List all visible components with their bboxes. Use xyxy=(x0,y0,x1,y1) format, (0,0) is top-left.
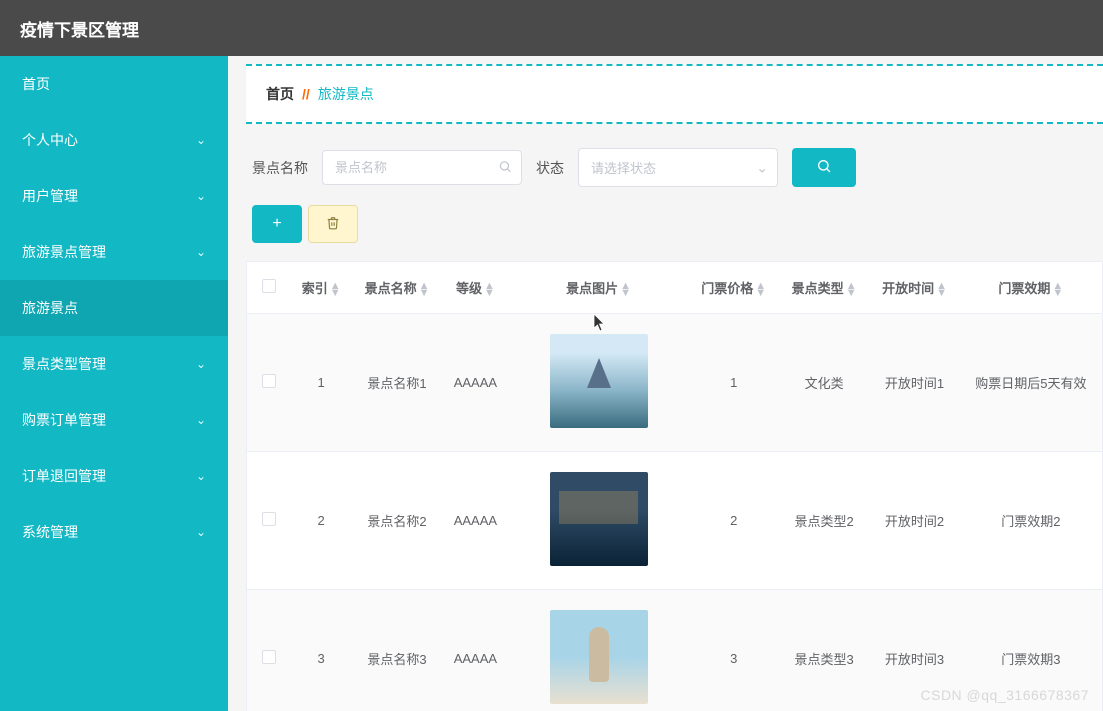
cell-type: 文化类 xyxy=(779,314,869,452)
sidebar-item-refund[interactable]: 订单退回管理 ⌄ xyxy=(0,448,228,504)
chevron-down-icon: ⌄ xyxy=(196,469,206,483)
delete-button[interactable] xyxy=(308,205,358,243)
sort-icon: ▲▼ xyxy=(936,283,947,297)
breadcrumb-separator: // xyxy=(302,86,310,102)
cell-index: 1 xyxy=(291,314,352,452)
cell-name: 景点名称2 xyxy=(352,452,442,590)
cell-type: 景点类型2 xyxy=(779,452,869,590)
chevron-down-icon: ⌄ xyxy=(196,133,206,147)
search-button[interactable] xyxy=(792,148,856,187)
cell-grade: AAAAA xyxy=(442,452,508,590)
sidebar-item-spots[interactable]: 旅游景点 xyxy=(0,280,228,336)
cell-index: 2 xyxy=(291,452,352,590)
app-title: 疫情下景区管理 xyxy=(20,16,139,41)
cell-grade: AAAAA xyxy=(442,314,508,452)
sort-icon: ▲▼ xyxy=(484,283,495,297)
sort-icon: ▲▼ xyxy=(330,283,341,297)
table-row: 2 景点名称2 AAAAA 2 景点类型2 开放时间2 门票效期2 xyxy=(247,452,1103,590)
sort-icon: ▲▼ xyxy=(1052,283,1063,297)
sidebar-item-label: 系统管理 xyxy=(22,522,78,542)
cell-name: 景点名称1 xyxy=(352,314,442,452)
chevron-down-icon: ⌄ xyxy=(196,189,206,203)
table-row: 3 景点名称3 AAAAA 3 景点类型3 开放时间3 门票效期3 xyxy=(247,590,1103,711)
cell-name: 景点名称3 xyxy=(352,590,442,711)
chevron-down-icon: ⌄ xyxy=(196,245,206,259)
chevron-down-icon: ⌄ xyxy=(196,357,206,371)
table-row: 1 景点名称1 AAAAA 1 文化类 开放时间1 购票日期后5天有效 xyxy=(247,314,1103,452)
trash-icon xyxy=(326,216,340,230)
chevron-down-icon: ⌄ xyxy=(196,413,206,427)
cell-validity: 门票效期2 xyxy=(960,452,1103,590)
col-name[interactable]: 景点名称▲▼ xyxy=(352,262,442,314)
spot-thumbnail[interactable] xyxy=(550,472,648,566)
spot-name-input[interactable] xyxy=(322,150,522,185)
sidebar-item-spot-mgmt[interactable]: 旅游景点管理 ⌄ xyxy=(0,224,228,280)
spots-table: 索引▲▼ 景点名称▲▼ 等级▲▼ 景点图片▲▼ 门票价格▲▼ 景点类型▲▼ 开放… xyxy=(246,261,1103,711)
col-image[interactable]: 景点图片▲▼ xyxy=(509,262,689,314)
sidebar-item-spot-type[interactable]: 景点类型管理 ⌄ xyxy=(0,336,228,392)
col-validity[interactable]: 门票效期▲▼ xyxy=(960,262,1103,314)
col-price[interactable]: 门票价格▲▼ xyxy=(689,262,779,314)
chevron-down-icon: ⌄ xyxy=(196,525,206,539)
sidebar: 首页 个人中心 ⌄ 用户管理 ⌄ 旅游景点管理 ⌄ 旅游景点 景点类型管理 ⌄ … xyxy=(0,56,228,711)
breadcrumb: 首页 // 旅游景点 xyxy=(266,84,1083,104)
sidebar-item-orders[interactable]: 购票订单管理 ⌄ xyxy=(0,392,228,448)
cell-validity: 门票效期3 xyxy=(960,590,1103,711)
cell-price: 1 xyxy=(689,314,779,452)
filter-bar: 景点名称 状态 请选择状态 ⌄ xyxy=(252,124,1103,205)
sidebar-item-label: 个人中心 xyxy=(22,130,78,150)
action-toolbar: + xyxy=(252,205,1103,243)
app-header: 疫情下景区管理 xyxy=(0,0,1103,56)
sidebar-item-system[interactable]: 系统管理 ⌄ xyxy=(0,504,228,560)
sidebar-item-profile[interactable]: 个人中心 ⌄ xyxy=(0,112,228,168)
breadcrumb-home[interactable]: 首页 xyxy=(266,84,294,104)
sidebar-item-label: 首页 xyxy=(22,74,50,94)
filter-name-label: 景点名称 xyxy=(252,158,308,178)
main-content: 首页 // 旅游景点 景点名称 状态 请选择状态 ⌄ xyxy=(228,56,1103,711)
status-select[interactable]: 请选择状态 xyxy=(578,148,778,187)
col-index[interactable]: 索引▲▼ xyxy=(291,262,352,314)
sidebar-item-label: 景点类型管理 xyxy=(22,354,106,374)
sort-icon: ▲▼ xyxy=(419,283,430,297)
cell-price: 3 xyxy=(689,590,779,711)
cell-open: 开放时间3 xyxy=(869,590,959,711)
table-header-row: 索引▲▼ 景点名称▲▼ 等级▲▼ 景点图片▲▼ 门票价格▲▼ 景点类型▲▼ 开放… xyxy=(247,262,1103,314)
sidebar-item-label: 订单退回管理 xyxy=(22,466,106,486)
breadcrumb-container: 首页 // 旅游景点 xyxy=(246,64,1103,124)
col-grade[interactable]: 等级▲▼ xyxy=(442,262,508,314)
cell-price: 2 xyxy=(689,452,779,590)
sidebar-item-label: 用户管理 xyxy=(22,186,78,206)
cell-index: 3 xyxy=(291,590,352,711)
sort-icon: ▲▼ xyxy=(755,283,766,297)
sidebar-item-users[interactable]: 用户管理 ⌄ xyxy=(0,168,228,224)
spot-thumbnail[interactable] xyxy=(550,334,648,428)
row-checkbox[interactable] xyxy=(262,512,276,526)
cell-validity: 购票日期后5天有效 xyxy=(960,314,1103,452)
sort-icon: ▲▼ xyxy=(620,283,631,297)
filter-status-label: 状态 xyxy=(536,158,564,178)
sidebar-item-home[interactable]: 首页 xyxy=(0,56,228,112)
sidebar-item-label: 旅游景点 xyxy=(22,298,78,318)
sidebar-item-label: 购票订单管理 xyxy=(22,410,106,430)
spot-thumbnail[interactable] xyxy=(550,610,648,704)
cell-open: 开放时间1 xyxy=(869,314,959,452)
add-button[interactable]: + xyxy=(252,205,302,243)
col-open[interactable]: 开放时间▲▼ xyxy=(869,262,959,314)
breadcrumb-current: 旅游景点 xyxy=(318,84,374,104)
cell-open: 开放时间2 xyxy=(869,452,959,590)
cell-grade: AAAAA xyxy=(442,590,508,711)
select-all-checkbox[interactable] xyxy=(262,279,276,293)
cell-type: 景点类型3 xyxy=(779,590,869,711)
row-checkbox[interactable] xyxy=(262,650,276,664)
col-type[interactable]: 景点类型▲▼ xyxy=(779,262,869,314)
sidebar-item-label: 旅游景点管理 xyxy=(22,242,106,262)
sort-icon: ▲▼ xyxy=(846,283,857,297)
row-checkbox[interactable] xyxy=(262,374,276,388)
status-select-placeholder: 请选择状态 xyxy=(591,161,656,176)
